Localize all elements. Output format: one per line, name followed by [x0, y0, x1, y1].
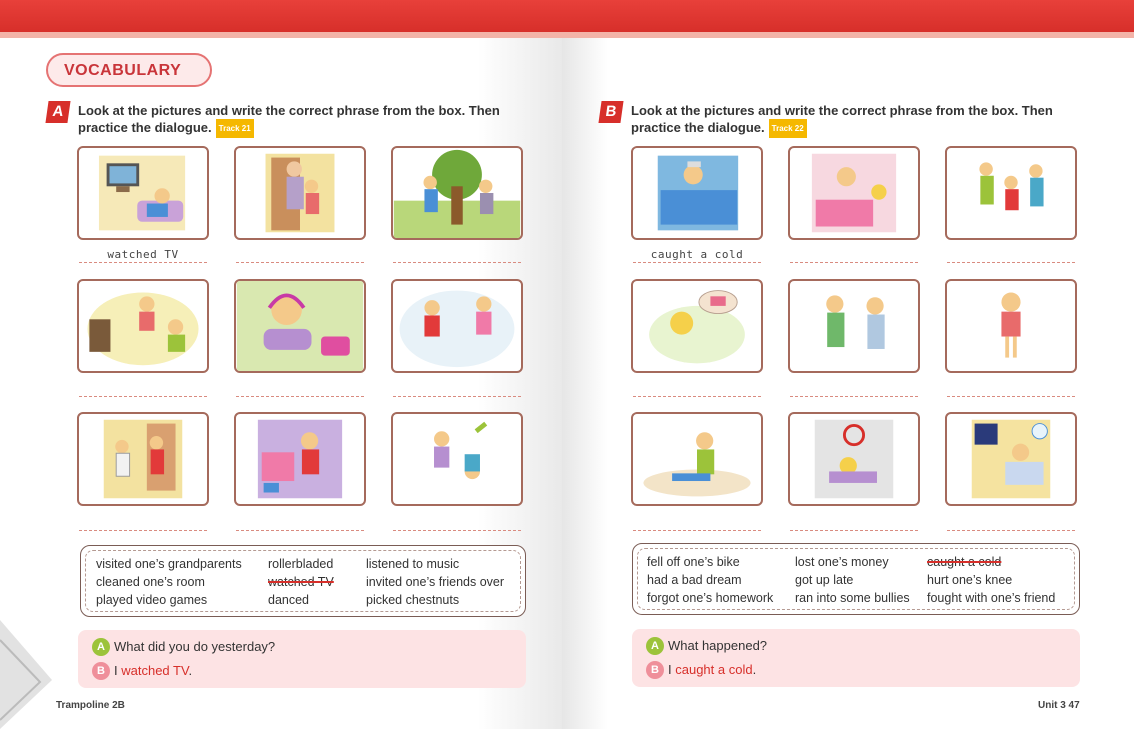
section-b-word-box: fell off one’s bike lost one’s money cau…: [632, 543, 1080, 615]
picture-b3-ran-into-bullies: [945, 146, 1077, 240]
word-a-r2c1: cleaned one’s room: [96, 575, 205, 589]
footer-right: Unit 3 47: [1038, 700, 1080, 711]
page-curl-icon: [0, 620, 52, 729]
word-a-r2c2-crossed: watched TV: [268, 575, 334, 589]
word-a-r2c3: invited one’s friends over: [366, 575, 505, 589]
word-b-r1c3-crossed: caught a cold: [927, 555, 1002, 569]
picture-a8-cleaned-room: [234, 412, 366, 506]
section-a-instruction: Look at the pictures and write the corre…: [78, 102, 548, 139]
section-b-instruction-line2: practice the dialogue.: [631, 120, 765, 135]
answer-line-b4[interactable]: [633, 382, 761, 397]
picture-b7-hurt-knee: [631, 412, 763, 506]
dialogue-a-question: What did you do yesterday?: [114, 639, 276, 654]
answer-line-a9[interactable]: [393, 516, 521, 531]
section-b-instruction-line2-wrap: practice the dialogue. Track 22: [631, 119, 1101, 139]
word-b-r3c1: forgot one’s homework: [647, 591, 774, 605]
dialogue-b-answer-highlight: caught a cold: [675, 662, 753, 677]
section-b-track-badge[interactable]: Track 22: [768, 119, 807, 139]
answer-line-b5[interactable]: [790, 382, 918, 397]
picture-a6-rollerbladed: [391, 279, 523, 373]
answer-line-a5[interactable]: [236, 382, 364, 397]
dialogue-b-answer-suffix: .: [752, 662, 757, 677]
answer-line-b8[interactable]: [790, 516, 918, 531]
answer-line-a2[interactable]: [236, 248, 364, 263]
answer-line-b9[interactable]: [947, 516, 1075, 531]
answer-line-a3[interactable]: [393, 248, 521, 263]
picture-b8-fell-off-bike: [788, 412, 920, 506]
picture-b4-forgot-homework: [631, 279, 763, 373]
word-a-r1c2: rollerbladed: [268, 557, 334, 571]
picture-b2-got-up-late: [788, 146, 920, 240]
answer-line-b1[interactable]: caught a cold: [633, 248, 761, 263]
section-b-instruction-line1: Look at the pictures and write the corre…: [631, 103, 1053, 118]
answer-line-a6[interactable]: [393, 382, 521, 397]
section-a-dialogue: A What did you do yesterday? B I watched…: [78, 630, 526, 688]
section-b-letter: B: [598, 101, 624, 123]
picture-a9-danced: [391, 412, 523, 506]
dialogue-a-answer: I watched TV.: [114, 663, 192, 678]
word-b-r2c1: had a bad dream: [647, 573, 742, 587]
section-a-track-badge[interactable]: Track 21: [215, 119, 254, 139]
word-a-r3c3: picked chestnuts: [366, 593, 460, 607]
picture-b6-had-bad-dream: [945, 279, 1077, 373]
word-b-r1c1: fell off one’s bike: [647, 555, 740, 569]
picture-b1-caught-cold: [631, 146, 763, 240]
section-a-letter: A: [45, 101, 71, 123]
word-b-r1c2: lost one’s money: [795, 555, 889, 569]
word-a-r3c1: played video games: [96, 593, 208, 607]
answer-line-b3[interactable]: [947, 248, 1075, 263]
speaker-b-bubble: B: [92, 662, 110, 680]
speaker-a-bubble-b: A: [646, 637, 664, 655]
picture-a5-listened-to-music: [234, 279, 366, 373]
answer-line-b2[interactable]: [790, 248, 918, 263]
word-a-r1c1: visited one’s grandparents: [96, 557, 242, 571]
word-b-r2c2: got up late: [795, 573, 854, 587]
speaker-a-bubble: A: [92, 638, 110, 656]
speaker-b-bubble-b: B: [646, 661, 664, 679]
dialogue-b-question: What happened?: [668, 638, 768, 653]
section-a-instruction-line2-wrap: practice the dialogue. Track 21: [78, 119, 548, 139]
answer-line-a7[interactable]: [79, 516, 207, 531]
vocabulary-title: VOCABULARY: [64, 62, 182, 79]
answer-line-a1[interactable]: watched TV: [79, 248, 207, 263]
dialogue-a-answer-suffix: .: [188, 663, 193, 678]
section-b-instruction: Look at the pictures and write the corre…: [631, 102, 1101, 139]
top-banner: [0, 0, 1134, 32]
word-b-r3c3: fought with one’s friend: [927, 591, 1056, 605]
word-b-r2c3: hurt one’s knee: [927, 573, 1013, 587]
picture-a3-picked-chestnuts: [391, 146, 523, 240]
dialogue-a-answer-highlight: watched TV: [121, 663, 189, 678]
answer-line-a8[interactable]: [236, 516, 364, 531]
section-a-word-box: visited one’s grandparents rollerbladed …: [80, 545, 526, 617]
answer-line-b7[interactable]: [633, 516, 761, 531]
picture-a4-played-video-games: [77, 279, 209, 373]
section-a-instruction-line2: practice the dialogue.: [78, 120, 212, 135]
section-a-instruction-line1: Look at the pictures and write the corre…: [78, 103, 500, 118]
picture-b5-fought-with-friend: [788, 279, 920, 373]
answer-line-b6[interactable]: [947, 382, 1075, 397]
word-a-r3c2: danced: [268, 593, 310, 607]
picture-a7-invited-friends-over: [77, 412, 209, 506]
picture-b9-lost-money: [945, 412, 1077, 506]
answer-line-a4[interactable]: [79, 382, 207, 397]
word-a-r1c3: listened to music: [366, 557, 460, 571]
dialogue-b-answer: I caught a cold.: [668, 662, 756, 677]
word-b-r3c2: ran into some bullies: [795, 591, 910, 605]
footer-left: Trampoline 2B: [56, 700, 125, 711]
picture-a2-visited-grandparents: [234, 146, 366, 240]
vocabulary-badge: VOCABULARY: [46, 53, 212, 87]
picture-a1-watched-tv: [77, 146, 209, 240]
section-b-dialogue: A What happened? B I caught a cold.: [632, 629, 1080, 687]
